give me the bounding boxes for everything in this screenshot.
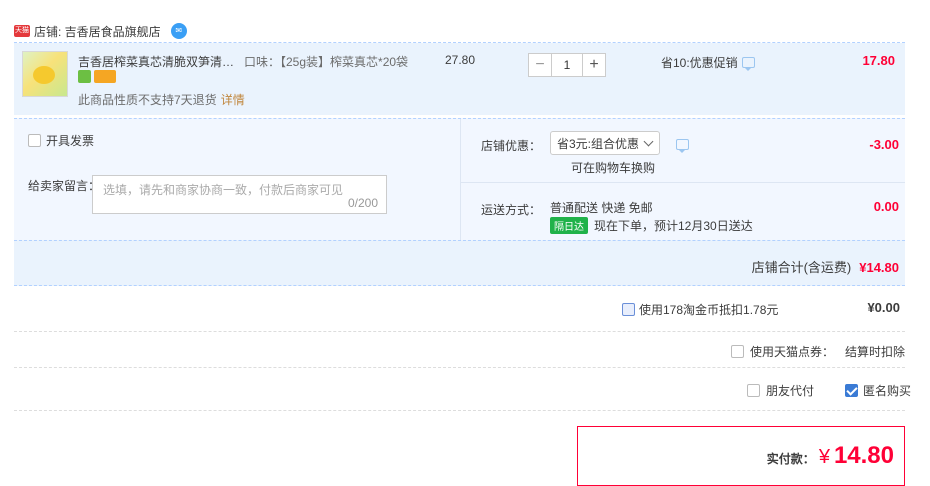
tmall-badge-icon: 天猫: [14, 25, 30, 37]
coin-label: 使用178淘金币抵扣1.78元: [639, 303, 779, 317]
point-option[interactable]: 使用天猫点券：: [731, 343, 834, 360]
divider: [14, 367, 905, 368]
shop-total-value: ¥14.80: [859, 260, 899, 275]
message-char-count: 0/200: [347, 196, 378, 210]
divider: [460, 182, 905, 183]
shipping-eta-text: 现在下单，预计12月30日送达: [594, 219, 753, 233]
product-sku: 口味：【25g装】榨菜真芯*20袋: [244, 55, 409, 69]
anonymous-option[interactable]: 匿名购买: [845, 382, 911, 399]
discount-value: -3.00: [869, 137, 899, 152]
quantity-input[interactable]: 1: [552, 53, 582, 77]
product-title[interactable]: 吉香居榨菜真芯清脆双笋清淡榨...: [78, 53, 240, 70]
settle-note: 结算时扣除: [844, 345, 905, 359]
friend-pay-label: 朋友代付: [766, 384, 815, 398]
divider: [460, 119, 461, 241]
promo-text: 省10:优惠促销: [661, 56, 738, 70]
anonymous-label: 匿名购买: [863, 384, 912, 398]
service-icons: [78, 70, 116, 83]
shop-total-row: 店铺合计(含运费) ¥14.80: [14, 240, 905, 286]
order-options: 开具发票 给卖家留言： 选填，请先和商家协商一致，付款后商家可见 0/200 店…: [14, 118, 905, 241]
service-guarantee-icon: [78, 70, 91, 83]
next-day-badge: 隔日达: [550, 217, 588, 234]
detail-link[interactable]: 详情: [221, 93, 245, 107]
invoice-label: 开具发票: [46, 134, 95, 148]
invoice-checkbox[interactable]: [28, 134, 41, 147]
coin-option[interactable]: 使用178淘金币抵扣1.78元: [622, 301, 778, 318]
message-label: 给卖家留言：: [28, 179, 101, 193]
shipping-method: 普通配送 快递 免邮: [550, 201, 653, 215]
item-row: 吉香居榨菜真芯清脆双笋清淡榨... 口味：【25g装】榨菜真芯*20袋 此商品性…: [14, 43, 905, 115]
credit-card-icon: [94, 70, 116, 83]
shop-total: 店铺合计(含运费) ¥14.80: [752, 257, 899, 276]
discount-selected: 省3元:组合优惠: [557, 136, 640, 151]
payment-summary: 实付款： ¥ 14.80: [577, 426, 905, 486]
shop-header: 天猫 店铺: 吉香居食品旗舰店 ✉: [14, 20, 187, 42]
friend-pay-checkbox[interactable]: [747, 384, 760, 397]
point-checkbox[interactable]: [731, 345, 744, 358]
payment-label: 实付款：: [766, 452, 815, 466]
product-thumbnail[interactable]: [22, 51, 68, 97]
item-total: 17.80: [862, 53, 895, 68]
payment-amount: 实付款： ¥ 14.80: [767, 442, 894, 470]
divider: [14, 410, 905, 411]
quantity-stepper: − 1 +: [528, 53, 606, 77]
discount-label: 店铺优惠：: [481, 139, 542, 153]
chat-wangwang-icon[interactable]: ✉: [170, 23, 187, 39]
decrement-button[interactable]: −: [528, 53, 552, 77]
shop-total-label: 店铺合计(含运费): [751, 260, 852, 275]
invoice-option[interactable]: 开具发票: [28, 132, 94, 149]
unit-price: 27.80: [445, 53, 476, 67]
payment-value: 14.80: [833, 442, 894, 469]
promo-info: 省10:优惠促销: [661, 54, 755, 71]
anonymous-checkbox[interactable]: [845, 384, 858, 397]
comment-icon[interactable]: [741, 57, 755, 71]
divider: [14, 331, 905, 332]
discount-select[interactable]: 省3元:组合优惠: [550, 131, 660, 155]
discount-note: 可在购物车换购: [571, 161, 656, 175]
shipping-eta: 隔日达 现在下单，预计12月30日送达: [550, 217, 753, 234]
comment-icon[interactable]: [676, 139, 689, 153]
no-return-note: 此商品性质不支持7天退货 详情: [78, 91, 245, 108]
shipping-value: 0.00: [873, 199, 899, 214]
shipping-label: 运送方式：: [481, 203, 542, 217]
coin-value: ¥0.00: [867, 300, 900, 315]
increment-button[interactable]: +: [582, 53, 606, 77]
friend-pay-option[interactable]: 朋友代付: [747, 382, 814, 399]
point-label: 使用天猫点券：: [750, 345, 835, 359]
shop-name[interactable]: 店铺: 吉香居食品旗舰店: [34, 23, 161, 40]
no-return-text: 此商品性质不支持7天退货: [78, 93, 217, 107]
currency-symbol: ¥: [818, 446, 830, 468]
chevron-down-icon: [643, 136, 654, 147]
message-input[interactable]: 选填，请先和商家协商一致，付款后商家可见 0/200: [92, 175, 387, 214]
message-placeholder: 选填，请先和商家协商一致，付款后商家可见: [103, 183, 344, 197]
coin-checkbox[interactable]: [622, 303, 635, 316]
